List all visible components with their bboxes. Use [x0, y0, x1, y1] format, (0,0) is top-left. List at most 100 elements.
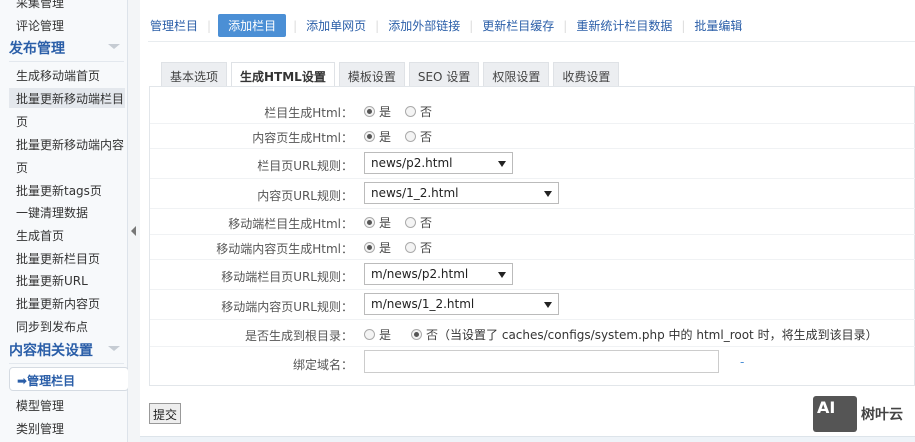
field-label: 绑定域名： — [292, 358, 353, 372]
field-hint: - — [740, 355, 745, 369]
help-note: （当设置了 caches/configs/system.php 中的 html_… — [438, 328, 878, 342]
separator: | — [207, 18, 212, 33]
nav-add-external-link[interactable]: 添加外部链接 — [386, 17, 462, 34]
sidebar-item[interactable]: 同步到发布点 — [16, 318, 88, 335]
nav-add-column[interactable]: 添加栏目 — [218, 14, 287, 37]
sidebar-item[interactable]: 批量更新tags页 — [16, 182, 102, 199]
nav-manage-columns[interactable]: 管理栏目 — [148, 17, 200, 34]
select-value: m/news/p2.html — [371, 267, 469, 281]
nav-update-cache[interactable]: 更新栏目缓存 — [480, 17, 556, 34]
bind-domain-input[interactable] — [364, 350, 719, 373]
sidebar-item[interactable]: 批量更新URL — [16, 272, 88, 289]
sidebar-item-label: 管理栏目 — [27, 374, 76, 388]
sidebar-item[interactable]: 批量更新移动端内容 — [16, 136, 124, 153]
collapse-arrow-icon — [131, 226, 136, 236]
form-row: 移动端栏目页URL规则： m/news/p2.html — [150, 260, 915, 290]
mobile-content-url-rule-select[interactable]: m/news/1_2.html — [364, 293, 559, 315]
tab-basic[interactable]: 基本选项 — [161, 62, 228, 86]
bottom-bar — [140, 436, 915, 442]
watermark-text: 树叶云 — [861, 407, 903, 423]
nav-recount-data[interactable]: 重新统计栏目数据 — [574, 17, 674, 34]
radio-yes[interactable]: 是 — [364, 326, 391, 343]
sidebar-item[interactable]: 生成首页 — [16, 227, 64, 244]
category-url-rule-select[interactable]: news/p2.html — [364, 152, 513, 174]
tab-seo[interactable]: SEO 设置 — [408, 62, 480, 86]
top-nav: 管理栏目 | 添加栏目 | 添加单网页 | 添加外部链接 | 更新栏目缓存 | 重新统计栏… — [148, 14, 744, 37]
sidebar-section-content[interactable]: 内容相关设置 — [9, 340, 124, 364]
radio-label: 是 — [379, 216, 392, 230]
sidebar-item[interactable]: 批量更新内容页 — [16, 295, 100, 312]
radio-label: 否 — [420, 105, 433, 119]
radio-no[interactable]: 否 — [405, 128, 432, 145]
tab-html[interactable]: 生成HTML设置 — [231, 62, 335, 87]
nav-add-page[interactable]: 添加单网页 — [304, 17, 368, 34]
separator: | — [375, 18, 380, 33]
nav-batch-edit[interactable]: 批量编辑 — [692, 17, 744, 34]
field-label: 移动端内容页生成Html： — [216, 242, 353, 256]
submit-button[interactable]: 提交 — [149, 403, 182, 424]
sidebar-item[interactable]: 一键清理数据 — [16, 204, 88, 221]
select-value: news/1_2.html — [371, 186, 459, 200]
content-url-rule-select[interactable]: news/1_2.html — [364, 182, 559, 204]
select-value: news/p2.html — [371, 156, 453, 170]
radio-icon — [364, 329, 375, 340]
radio-no[interactable]: 否 — [411, 326, 438, 343]
radio-icon — [405, 106, 417, 117]
radio-label: 是 — [379, 328, 392, 342]
section-title: 发布管理 — [9, 41, 65, 57]
watermark-logo: AI 树叶云 — [813, 396, 903, 432]
radio-icon — [364, 106, 375, 117]
field-label: 内容页生成Html： — [252, 131, 353, 145]
separator: | — [293, 18, 298, 33]
chevron-down-icon — [108, 346, 120, 351]
sidebar-item[interactable]: 评论管理 — [16, 17, 64, 34]
tab-template[interactable]: 模板设置 — [338, 62, 405, 86]
radio-icon — [364, 242, 375, 253]
mobile-category-url-rule-select[interactable]: m/news/p2.html — [364, 263, 513, 285]
radio-label: 是 — [379, 241, 392, 255]
sidebar-item[interactable]: 采集管理 — [16, 0, 64, 11]
radio-label: 是 — [379, 130, 392, 144]
form-row: 移动端内容页生成Html： 是 否 — [150, 234, 915, 260]
sidebar-item[interactable]: 页 — [16, 113, 28, 130]
radio-no[interactable]: 否 — [405, 103, 432, 120]
sidebar-toggle[interactable] — [128, 0, 140, 442]
radio-icon — [405, 242, 417, 253]
field-label: 移动端栏目页URL规则： — [221, 270, 353, 284]
radio-yes[interactable]: 是 — [364, 214, 391, 231]
radio-icon — [405, 217, 417, 228]
sidebar-item[interactable]: 批量更新移动端栏目 — [16, 90, 124, 107]
radio-no[interactable]: 否 — [405, 214, 432, 231]
tab-charges[interactable]: 收费设置 — [553, 62, 620, 86]
caret-down-icon — [498, 161, 506, 167]
tab-bar: 基本选项 生成HTML设置 模板设置 SEO 设置 权限设置 收费设置 — [161, 62, 623, 87]
separator: | — [469, 18, 474, 33]
radio-yes[interactable]: 是 — [364, 103, 391, 120]
sidebar-item[interactable]: 生成移动端首页 — [16, 67, 100, 84]
logo-image-icon: AI — [813, 396, 857, 432]
sidebar-item-active[interactable]: ➡管理栏目 — [9, 367, 129, 391]
radio-yes[interactable]: 是 — [364, 239, 391, 256]
sidebar-item[interactable]: 批量更新栏目页 — [16, 250, 100, 267]
sidebar-section-publish[interactable]: 发布管理 — [9, 38, 124, 62]
tab-permissions[interactable]: 权限设置 — [483, 62, 550, 86]
form-row: 栏目生成Html： 是 否 — [150, 98, 915, 124]
select-value: m/news/1_2.html — [371, 297, 475, 311]
field-label: 是否生成到根目录： — [244, 329, 353, 343]
radio-yes[interactable]: 是 — [364, 128, 391, 145]
radio-icon — [364, 217, 375, 228]
arrow-right-icon: ➡ — [17, 374, 28, 388]
section-title: 内容相关设置 — [9, 343, 93, 359]
sidebar-item[interactable]: 页 — [16, 159, 28, 176]
caret-down-icon — [544, 302, 552, 308]
form-row: 移动端内容页URL规则： m/news/1_2.html — [150, 290, 915, 320]
sidebar-item[interactable]: 类别管理 — [16, 420, 64, 437]
radio-no[interactable]: 否 — [405, 239, 432, 256]
form-row: 是否生成到根目录： 是 否（当设置了 caches/configs/system.… — [150, 321, 915, 347]
sidebar-item[interactable]: 模型管理 — [16, 397, 64, 414]
sidebar: 采集管理 评论管理 发布管理 生成移动端首页 批量更新移动端栏目 页 批量更新移… — [0, 0, 129, 442]
radio-label: 否 — [420, 216, 433, 230]
caret-down-icon — [544, 191, 552, 197]
divider — [148, 41, 915, 42]
caret-down-icon — [498, 272, 506, 278]
